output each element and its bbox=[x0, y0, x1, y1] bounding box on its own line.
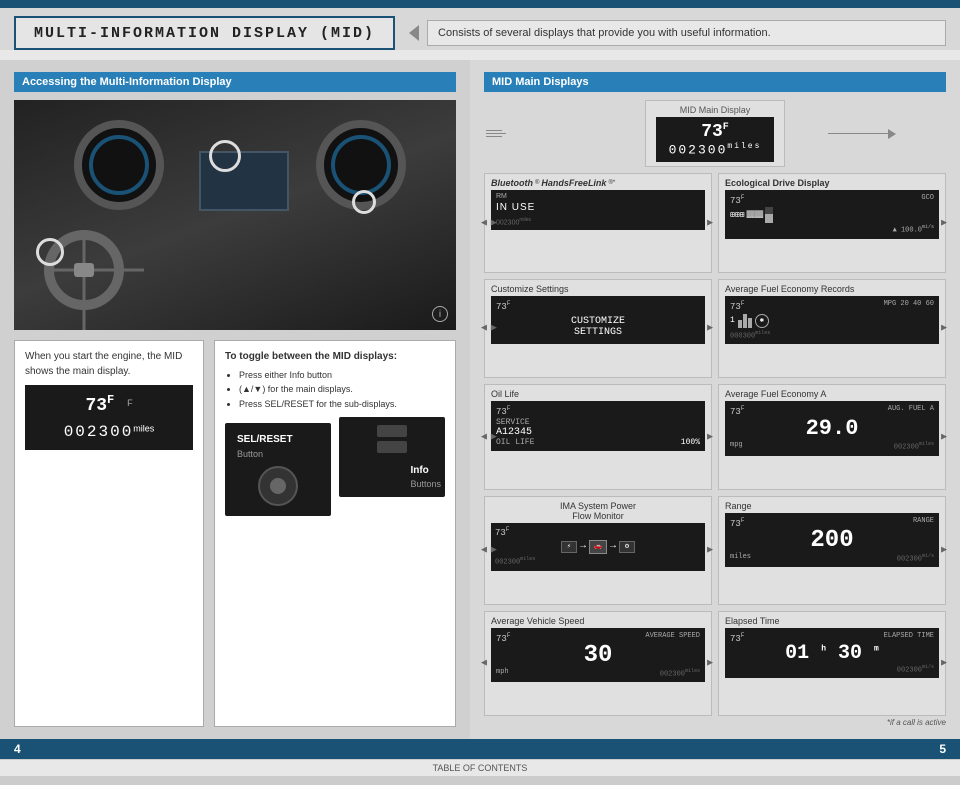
avg-fuel-a-title: Average Fuel Economy A bbox=[725, 389, 939, 399]
elapsed-time-card: Elapsed Time 73F ELAPSED TIME 01 h 30 m … bbox=[718, 611, 946, 716]
title-description: Consists of several displays that provid… bbox=[427, 20, 946, 46]
range-title: Range bbox=[725, 501, 939, 511]
top-bar bbox=[0, 0, 960, 8]
car-image: i bbox=[14, 100, 456, 330]
start-engine-text: When you start the engine, the MID shows… bbox=[25, 349, 193, 379]
speedo-left bbox=[74, 120, 164, 210]
right-section-header: MID Main Displays bbox=[484, 72, 946, 92]
avg-fuel-a-card: Average Fuel Economy A 73F AUG. FUEL A 2… bbox=[718, 384, 946, 490]
oil-life-card: Oil Life 73F SERVICE A12345 OIL LIFE 100… bbox=[484, 384, 712, 490]
main-title: MULTI-INFORMATION DISPLAY (MID) bbox=[34, 25, 375, 42]
main-title-box: MULTI-INFORMATION DISPLAY (MID) bbox=[14, 16, 395, 50]
avg-fuel-records-title: Average Fuel Economy Records bbox=[725, 284, 939, 294]
mid-display-demo: 73F F 002300miles bbox=[25, 385, 193, 450]
toggle-bullet-2: (▲/▼) for the main displays. bbox=[239, 382, 445, 396]
sel-reset-label: SEL/RESET bbox=[233, 429, 323, 448]
info-buttons-box: Info Buttons bbox=[339, 417, 445, 497]
left-section-header: Accessing the Multi-Information Display bbox=[14, 72, 456, 92]
mid-displays-grid: Bluetooth ® HandsFreeLink ®* RM IN USE 0… bbox=[484, 173, 946, 716]
range-card: Range 73F RANGE 200 miles 002300mi/s ► bbox=[718, 496, 946, 605]
avg-speed-title: Average Vehicle Speed bbox=[491, 616, 705, 626]
ecological-card: Ecological Drive Display 73F GCO ⊞⊞⊞ ▓▓▓… bbox=[718, 173, 946, 272]
page-right: 5 bbox=[939, 742, 946, 756]
power-flow-title: IMA System PowerFlow Monitor bbox=[491, 501, 705, 521]
elapsed-time-title: Elapsed Time bbox=[725, 616, 939, 626]
main-temp: 73 bbox=[701, 122, 723, 142]
avg-speed-card: Average Vehicle Speed 73F AVERAGE SPEED … bbox=[484, 611, 712, 716]
oil-life-title: Oil Life bbox=[491, 389, 705, 399]
toggle-bullet-1: Press either Info button bbox=[239, 368, 445, 382]
toggle-title: To toggle between the MID displays: bbox=[225, 349, 445, 364]
avg-fuel-records-screen: 73F MPG 20 40 60 1 ✱ 000300miles bbox=[725, 296, 939, 344]
toggle-bullet-3: Press SEL/RESET for the sub-displays. bbox=[239, 397, 445, 411]
ecological-title: Ecological Drive Display bbox=[725, 178, 939, 188]
footnote: *if a call is active bbox=[484, 718, 946, 727]
sel-reset-sub: Button bbox=[233, 448, 323, 462]
bluetooth-card: Bluetooth ® HandsFreeLink ®* RM IN USE 0… bbox=[484, 173, 712, 272]
info-sub: Buttons bbox=[410, 478, 441, 492]
mid-temp: 73F bbox=[85, 396, 125, 416]
callout-info-button bbox=[36, 238, 64, 266]
main-miles: 002300 bbox=[669, 142, 728, 157]
table-of-contents[interactable]: TABLE OF CONTENTS bbox=[0, 759, 960, 777]
customize-title: Customize Settings bbox=[491, 284, 705, 294]
avg-fuel-a-screen: 73F AUG. FUEL A 29.0 mpg 002300miles bbox=[725, 401, 939, 456]
main-mid-card: MID Main Display 73F 002300miles bbox=[645, 100, 785, 167]
bottom-strip bbox=[0, 777, 960, 785]
toggle-desc: To toggle between the MID displays: Pres… bbox=[214, 340, 456, 727]
customize-card: Customize Settings 73F CUSTOMIZE SETTING… bbox=[484, 279, 712, 378]
elapsed-time-screen: 73F ELAPSED TIME 01 h 30 m 002300mi/s bbox=[725, 628, 939, 678]
customize-screen: 73F CUSTOMIZE SETTINGS bbox=[491, 296, 705, 344]
bottom-descriptions: When you start the engine, the MID shows… bbox=[14, 340, 456, 727]
page-numbers: 4 5 bbox=[0, 739, 960, 759]
oil-life-screen: 73F SERVICE A12345 OIL LIFE 100% bbox=[491, 401, 705, 451]
callout-sel-reset bbox=[209, 140, 241, 172]
sel-reset-box: SEL/RESET Button bbox=[225, 423, 331, 516]
main-display-title: MID Main Display bbox=[656, 105, 774, 115]
left-panel: Accessing the Multi-Information Display bbox=[0, 60, 470, 739]
ecological-screen: 73F GCO ⊞⊞⊞ ▓▓▓▓ ▲ 100.0mi/s bbox=[725, 190, 939, 238]
main-temp-unit: F bbox=[723, 122, 729, 133]
avg-fuel-records-card: Average Fuel Economy Records 73F MPG 20 … bbox=[718, 279, 946, 378]
avg-speed-screen: 73F AVERAGE SPEED 30 mph 002300miles bbox=[491, 628, 705, 682]
power-flow-screen: 73F ⚡ → 🚗 → ⚙ 002300miles bbox=[491, 523, 705, 571]
bt-screen: RM IN USE 002300miles bbox=[491, 190, 705, 229]
page-left: 4 bbox=[14, 742, 21, 756]
range-screen: 73F RANGE 200 miles 002300mi/s bbox=[725, 513, 939, 567]
start-engine-desc: When you start the engine, the MID shows… bbox=[14, 340, 204, 727]
right-panel: MID Main Displays MID Main Display 73F 0… bbox=[470, 60, 960, 739]
info-label: Info bbox=[410, 463, 441, 478]
callout-dashboard bbox=[352, 190, 376, 214]
power-flow-card: IMA System PowerFlow Monitor 73F ⚡ → 🚗 →… bbox=[484, 496, 712, 605]
mid-miles: 002300 bbox=[64, 423, 134, 441]
image-info-icon: i bbox=[432, 306, 448, 322]
